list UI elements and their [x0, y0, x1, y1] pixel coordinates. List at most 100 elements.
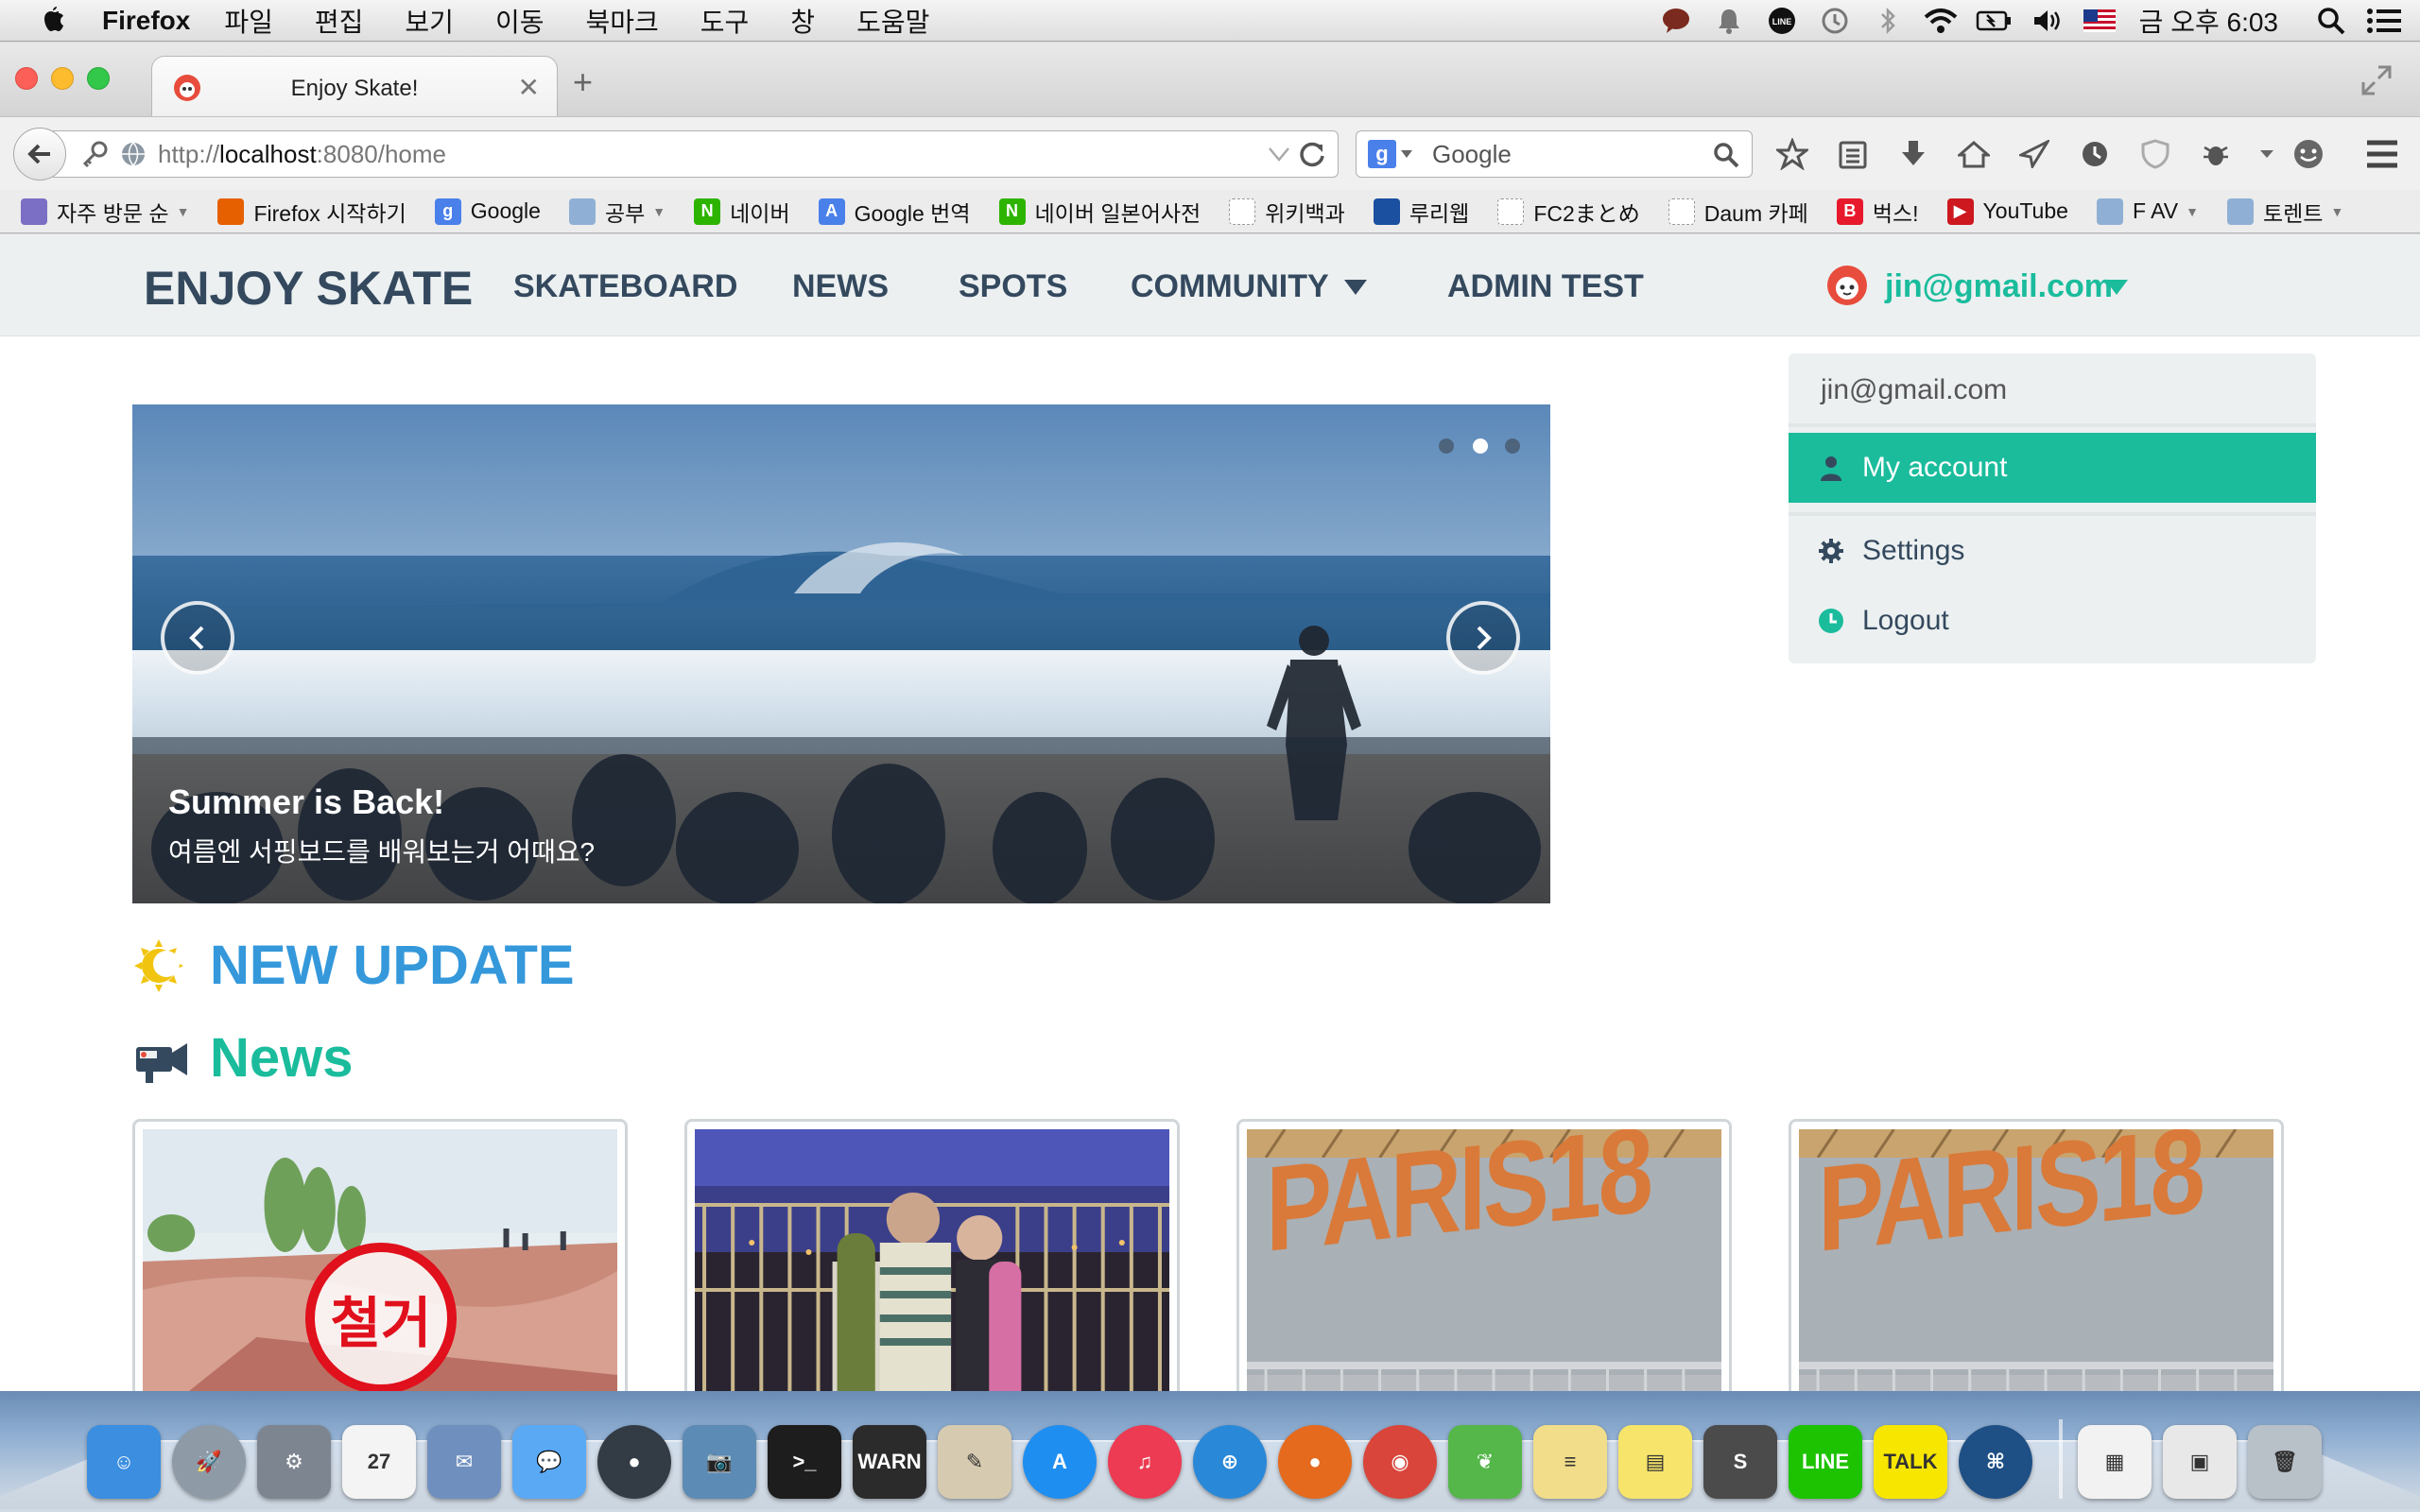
nav-skateboard[interactable]: SKATEBOARD — [513, 268, 737, 305]
menu-view[interactable]: 보기 — [405, 2, 454, 40]
user-dropdown-caret-icon[interactable] — [2105, 280, 2128, 295]
document-stack-icon[interactable]: ▦ — [2078, 1425, 2152, 1499]
notification-center-icon[interactable] — [2365, 2, 2403, 40]
volume-icon[interactable] — [2028, 2, 2066, 40]
news-card[interactable]: PARIS18 — [1789, 1119, 2284, 1391]
spotlight-search-icon[interactable] — [2312, 2, 2350, 40]
hamburger-menu-icon[interactable] — [2363, 138, 2401, 170]
news-card[interactable]: PARIS18 — [1236, 1119, 1732, 1391]
emoji-icon[interactable] — [2290, 135, 2327, 173]
news-card[interactable]: 철거 — [132, 1119, 628, 1391]
shield-icon[interactable] — [2136, 135, 2174, 173]
bookmarks-list-icon[interactable] — [1834, 135, 1872, 173]
dropdown-item-my-account[interactable]: My account — [1789, 433, 2316, 503]
bluetooth-icon[interactable] — [1869, 2, 1907, 40]
hero-carousel[interactable]: Summer is Back! 여름엔 서핑보드를 배워보는거 어때요? — [132, 404, 1550, 903]
search-bar[interactable]: g Google — [1356, 130, 1753, 178]
app-store-icon[interactable]: A — [1023, 1425, 1097, 1499]
bookmark-item[interactable]: Firefox 시작하기 — [217, 196, 406, 228]
firefox-icon[interactable]: ● — [1278, 1425, 1352, 1499]
close-tab-icon[interactable]: ✕ — [518, 72, 540, 103]
carousel-next-button[interactable] — [1446, 601, 1520, 675]
sourcetree-icon[interactable]: ⌘ — [1959, 1425, 2032, 1499]
menu-bookmarks[interactable]: 북마크 — [585, 2, 658, 40]
bookmark-item[interactable]: 토렌트 ▼ — [2226, 196, 2343, 228]
user-menu-toggle[interactable]: jin@gmail.com — [1885, 268, 2113, 305]
preview-icon[interactable]: ✎ — [938, 1425, 1011, 1499]
user-avatar-icon[interactable] — [1826, 265, 1868, 306]
search-engine-google-icon[interactable]: g — [1368, 140, 1396, 168]
back-button[interactable] — [13, 128, 66, 180]
bookmark-item[interactable]: N 네이버 일본어사전 — [998, 196, 1201, 228]
bookmark-item[interactable]: 위키백과 — [1229, 196, 1345, 228]
bookmark-item[interactable]: N 네이버 — [694, 196, 790, 228]
chrome-icon[interactable]: ◉ — [1363, 1425, 1437, 1499]
toolbar-dropdown-icon[interactable] — [2257, 135, 2276, 173]
line-icon[interactable]: LINE — [1763, 2, 1801, 40]
launchpad-icon[interactable]: 🚀 — [172, 1425, 246, 1499]
dropdown-item-settings[interactable]: Settings — [1817, 535, 1964, 567]
itunes-icon[interactable]: ♫ — [1108, 1425, 1182, 1499]
line-icon[interactable]: LINE — [1789, 1425, 1862, 1499]
messages-icon[interactable] — [1657, 2, 1695, 40]
bookmark-item[interactable]: 자주 방문 순 ▼ — [21, 196, 189, 228]
menu-edit[interactable]: 편집 — [315, 2, 364, 40]
history-icon[interactable] — [2076, 135, 2114, 173]
terminal-icon[interactable]: >_ — [768, 1425, 841, 1499]
us-flag-icon[interactable] — [2081, 2, 2118, 40]
bookmark-item[interactable]: 공부 ▼ — [568, 196, 666, 228]
carousel-prev-button[interactable] — [161, 601, 234, 675]
firebug-icon[interactable] — [2197, 135, 2235, 173]
community-dropdown-caret-icon[interactable] — [1344, 280, 1367, 295]
bookmark-item[interactable]: B 벅스! — [1836, 196, 1919, 228]
menu-window[interactable]: 창 — [790, 2, 815, 40]
url-text[interactable]: http://localhost:8080/home — [158, 140, 446, 169]
menu-help[interactable]: 도움말 — [856, 2, 929, 40]
bookmark-item[interactable]: F AV ▼ — [2096, 198, 2199, 225]
close-window-button[interactable] — [15, 67, 38, 90]
mail-stamp-icon[interactable]: ✉ — [427, 1425, 501, 1499]
send-icon[interactable] — [2015, 135, 2053, 173]
url-history-dropdown-icon[interactable] — [1268, 145, 1290, 163]
bookmark-item[interactable]: ▶ YouTube — [1946, 198, 2068, 225]
kakaotalk-icon[interactable]: TALK — [1874, 1425, 1947, 1499]
news-card[interactable] — [684, 1119, 1180, 1391]
bookmark-item[interactable]: Daum 카페 — [1668, 196, 1808, 228]
home-icon[interactable] — [1955, 135, 1993, 173]
safari-icon[interactable]: ⊕ — [1193, 1425, 1267, 1499]
apple-menu-icon[interactable] — [34, 2, 72, 40]
search-icon[interactable] — [1712, 141, 1740, 169]
trash-icon[interactable]: 🗑 — [2248, 1425, 2322, 1499]
wifi-icon[interactable] — [1922, 2, 1960, 40]
console-icon[interactable]: WARN — [853, 1425, 926, 1499]
notification-bell-icon[interactable] — [1710, 2, 1748, 40]
iphoto-icon[interactable]: 📷 — [683, 1425, 756, 1499]
notes-icon[interactable]: ≡ — [1533, 1425, 1607, 1499]
carousel-indicator-3[interactable] — [1505, 438, 1520, 454]
facetime-icon[interactable]: ● — [597, 1425, 671, 1499]
messages-icon[interactable]: 💬 — [512, 1425, 586, 1499]
url-bar[interactable]: http://localhost:8080/home — [53, 130, 1339, 178]
menu-tools[interactable]: 도구 — [700, 2, 750, 40]
new-tab-button[interactable]: + — [573, 65, 593, 99]
downloads-icon[interactable] — [1894, 135, 1932, 173]
app-menu-firefox[interactable]: Firefox — [102, 6, 190, 36]
time-machine-icon[interactable] — [1816, 2, 1854, 40]
nav-community[interactable]: COMMUNITY — [1131, 268, 1329, 305]
menubar-clock[interactable]: 금 오후 6:03 — [2139, 2, 2278, 40]
downloads-stack-icon[interactable]: ▣ — [2163, 1425, 2237, 1499]
search-engine-dropdown-icon[interactable] — [1400, 149, 1413, 159]
bookmark-item[interactable]: 루리웹 — [1373, 196, 1469, 228]
calendar-icon[interactable]: 27 — [342, 1425, 416, 1499]
key-icon[interactable] — [80, 140, 109, 168]
nav-admin-test[interactable]: ADMIN TEST — [1447, 268, 1644, 305]
nav-spots[interactable]: SPOTS — [959, 268, 1067, 305]
globe-icon[interactable] — [120, 141, 147, 167]
tab-enjoy-skate[interactable]: Enjoy Skate! ✕ — [151, 56, 558, 118]
battery-icon[interactable] — [1975, 2, 2013, 40]
sublime-text-icon[interactable]: S — [1703, 1425, 1777, 1499]
menu-go[interactable]: 이동 — [495, 2, 544, 40]
stickies-icon[interactable]: ▤ — [1618, 1425, 1692, 1499]
bookmark-item[interactable]: g Google — [434, 198, 541, 225]
fullscreen-icon[interactable] — [2360, 63, 2394, 97]
